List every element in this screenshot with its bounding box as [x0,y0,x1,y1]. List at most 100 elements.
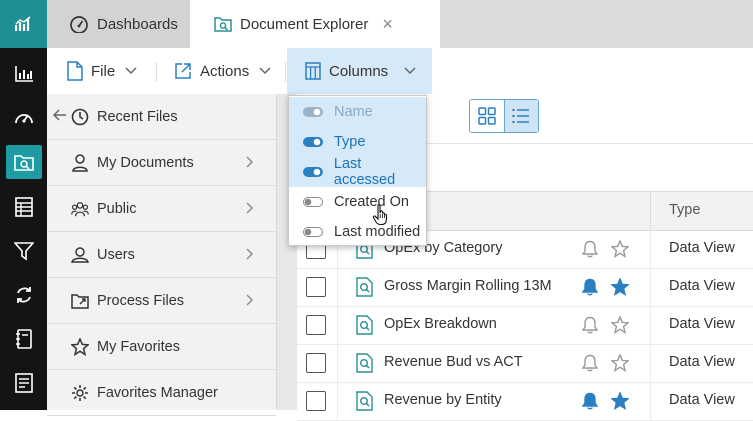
row-checkbox[interactable] [306,315,326,335]
notebook-icon[interactable] [0,321,47,357]
bell-icon[interactable] [582,278,598,296]
cell-divider [650,306,651,344]
actions-menu-button[interactable]: Actions [174,48,271,94]
columns-dropdown: Name Type Last accessed Created On Last modi… [288,95,427,246]
data-view-icon [356,315,374,335]
chevron-right-icon [246,156,254,168]
file-label: File [91,62,116,80]
document-explorer-icon[interactable] [0,144,47,180]
chevron-down-icon [259,67,271,75]
nav-item-public[interactable]: Public [47,186,276,232]
data-view-icon [356,277,374,297]
cell-divider [337,306,338,344]
bell-icon[interactable] [582,392,598,410]
star-icon[interactable] [611,240,629,258]
table-row[interactable]: Gross Margin Rolling 13M Data View [297,268,753,307]
toggle-icon[interactable] [303,197,323,207]
nav-label: My Favorites [97,338,180,355]
star-icon[interactable] [611,354,629,372]
nav-item-favorites-manager[interactable]: Favorites Manager [47,370,276,416]
file-type-cell: Data View [669,354,735,370]
bar-chart-icon[interactable] [0,56,47,92]
data-view-icon [356,353,374,373]
table-row[interactable]: OpEx Breakdown Data View [297,306,753,345]
grid-view-button[interactable] [470,100,504,132]
cell-divider [650,268,651,306]
table-row[interactable]: Revenue Bud vs ACT Data View [297,344,753,383]
refresh-cycle-icon[interactable] [0,277,47,313]
nav-item-users[interactable]: Users [47,232,276,278]
star-icon[interactable] [611,392,629,410]
file-name-link[interactable]: Revenue Bud vs ACT [384,354,523,370]
bell-icon[interactable] [582,354,598,372]
tab-bar: Dashboards Document Explorer × [47,0,753,48]
chevron-down-icon [404,67,416,75]
analytics-logo-icon[interactable] [0,0,47,48]
dashboard-gauge-icon [69,15,89,33]
report-icon[interactable] [0,365,47,401]
column-divider[interactable] [650,192,651,230]
table-row[interactable]: Revenue by Entity Data View [297,382,753,421]
tab-label: Dashboards [97,15,178,33]
toolbar-divider [285,62,286,82]
toolbar-divider [156,62,157,82]
file-menu-button[interactable]: File [67,48,137,94]
nav-label: Public [97,200,137,217]
columns-menu-button[interactable]: Columns [287,48,433,94]
document-explorer-icon [214,16,232,32]
cell-divider [337,382,338,420]
spreadsheet-icon[interactable] [0,189,47,225]
filter-icon[interactable] [0,233,47,269]
toggle-icon[interactable] [303,167,323,177]
tab-document-explorer[interactable]: Document Explorer × [190,0,440,48]
toggle-icon[interactable] [303,107,323,117]
hand-cursor-icon [372,204,390,226]
columns-icon [305,62,321,80]
column-option-last-accessed[interactable]: Last accessed [289,156,426,188]
column-header-type[interactable]: Type [669,202,700,218]
star-icon[interactable] [611,316,629,334]
toggle-icon[interactable] [303,137,323,147]
grid-icon [478,107,496,125]
star-icon [71,337,89,356]
tab-dashboards[interactable]: Dashboards [47,0,190,48]
data-view-icon [356,391,374,411]
file-name-link[interactable]: Revenue by Entity [384,392,502,408]
list-view-button[interactable] [503,100,538,132]
bell-icon[interactable] [582,240,598,258]
nav-item-my-favorites[interactable]: My Favorites [47,324,276,370]
nav-item-recent-files[interactable]: Recent Files [47,94,276,140]
folder-nav: Recent Files My Documents Public Users P… [47,94,277,416]
chevron-down-icon [125,67,137,75]
nav-item-my-documents[interactable]: My Documents [47,140,276,186]
chevron-right-icon [246,294,254,306]
column-option-label: Name [334,104,373,120]
gauge-icon[interactable] [0,100,47,136]
row-checkbox[interactable] [306,277,326,297]
file-type-cell: Data View [669,392,735,408]
nav-label: Users [97,246,135,263]
file-name-link[interactable]: Gross Margin Rolling 13M [384,278,552,294]
row-checkbox[interactable] [306,391,326,411]
back-arrow-icon[interactable] [53,109,67,121]
bell-icon[interactable] [582,316,598,334]
toggle-icon[interactable] [303,227,323,237]
users-icon [71,246,89,264]
cell-divider [650,344,651,382]
file-name-link[interactable]: OpEx Breakdown [384,316,497,332]
star-icon[interactable] [611,278,629,296]
file-type-cell: Data View [669,316,735,332]
cell-divider [650,382,651,420]
column-option-type[interactable]: Type [289,127,426,157]
column-option-last-modified[interactable]: Last modified [289,217,426,247]
nav-label: My Documents [97,154,194,171]
file-icon [67,61,83,81]
column-option-label: Last modified [334,224,421,240]
close-icon[interactable]: × [382,14,393,35]
row-checkbox[interactable] [306,353,326,373]
nav-item-process-files[interactable]: Process Files [47,278,276,324]
toolbar: File Actions Columns [47,48,753,95]
file-type-cell: Data View [669,240,735,256]
column-option-created-on[interactable]: Created On [289,187,426,217]
clock-icon [71,108,89,126]
